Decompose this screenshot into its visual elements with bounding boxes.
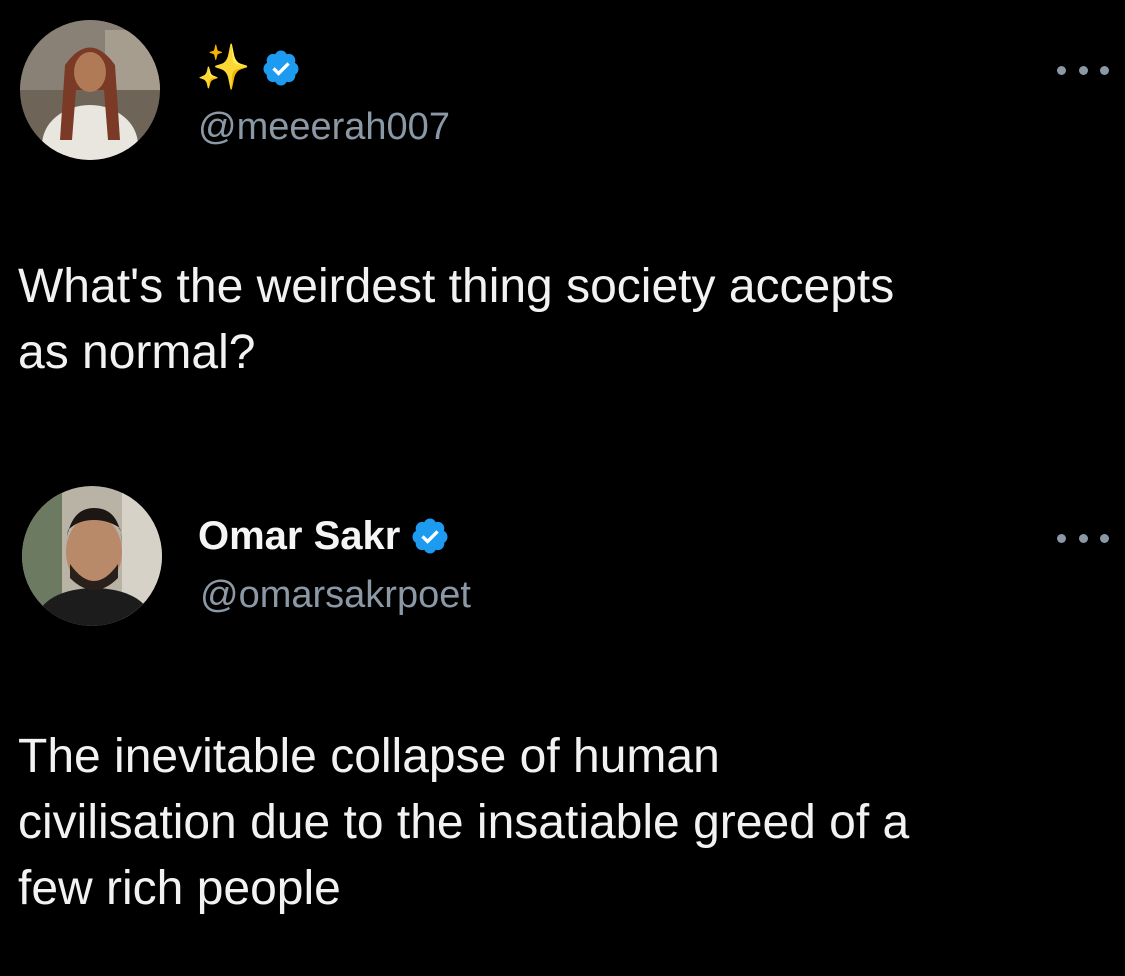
author-handle[interactable]: @omarsakrpoet xyxy=(200,572,471,618)
verified-badge-icon xyxy=(263,50,299,86)
avatar-meeerah007[interactable] xyxy=(20,20,160,160)
post-meeerah007: ✨ @meeerah007 What's the weirdest thing … xyxy=(0,0,1125,470)
display-name[interactable]: Omar Sakr xyxy=(198,508,400,564)
author-handle[interactable]: @meeerah007 xyxy=(198,104,450,150)
post-text: The inevitable collapse of human civilis… xyxy=(18,730,910,915)
verified-badge-icon xyxy=(412,518,448,554)
more-options-icon[interactable] xyxy=(1057,526,1109,550)
avatar-image xyxy=(20,20,160,160)
avatar-image xyxy=(22,486,162,626)
author-row: ✨ xyxy=(196,40,301,96)
display-name[interactable]: ✨ xyxy=(196,40,251,96)
author-row: Omar Sakr xyxy=(198,508,450,564)
more-options-icon[interactable] xyxy=(1057,58,1109,82)
post-omarsakrpoet: Omar Sakr @omarsakrpoet The inevitable c… xyxy=(0,470,1125,976)
avatar-omarsakrpoet[interactable] xyxy=(22,486,162,626)
post-text: What's the weirdest thing society accept… xyxy=(18,260,895,379)
